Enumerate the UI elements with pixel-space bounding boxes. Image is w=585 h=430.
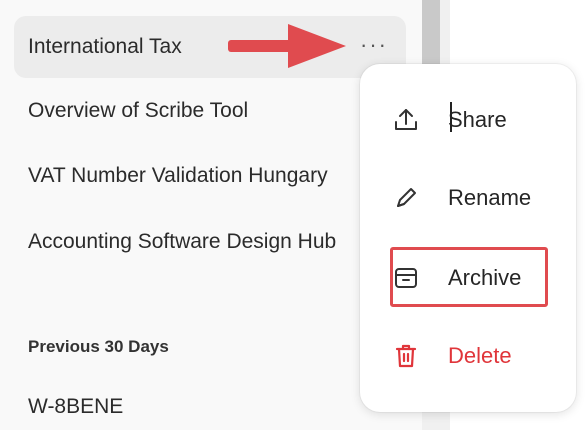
annotation-highlight-box bbox=[390, 247, 548, 307]
menu-item-rename[interactable]: Rename bbox=[390, 178, 531, 218]
text-cursor bbox=[450, 102, 452, 132]
menu-item-share[interactable]: Share bbox=[390, 100, 507, 140]
pencil-icon bbox=[390, 182, 422, 214]
trash-icon bbox=[390, 340, 422, 372]
menu-item-label: Delete bbox=[448, 343, 512, 368]
conversation-item-w8bene[interactable]: W-8BENE bbox=[14, 376, 406, 430]
conversation-label: International Tax bbox=[28, 35, 182, 58]
section-heading-previous-30-days: Previous 30 Days bbox=[28, 337, 169, 356]
conversation-label: Accounting Software Design Hub bbox=[28, 230, 337, 253]
annotation-arrow bbox=[228, 24, 346, 68]
more-options-icon[interactable]: ··· bbox=[360, 34, 388, 56]
conversation-label: W-8BENE bbox=[28, 395, 124, 418]
conversation-item-overview[interactable]: Overview of Scribe Tool bbox=[14, 80, 406, 142]
share-icon bbox=[390, 104, 422, 136]
menu-item-label: Rename bbox=[448, 185, 532, 210]
conversation-label: VAT Number Validation Hungary bbox=[28, 164, 328, 187]
sidebar: International Tax ··· Overview of Scribe… bbox=[0, 0, 422, 430]
context-menu: Share Rename Archive Delete bbox=[360, 64, 576, 412]
conversation-label: Overview of Scribe Tool bbox=[28, 99, 249, 122]
menu-item-label: Share bbox=[448, 107, 507, 132]
conversation-item-vat[interactable]: VAT Number Validation Hungary bbox=[14, 145, 406, 207]
menu-item-delete[interactable]: Delete bbox=[390, 336, 512, 376]
conversation-item-accounting[interactable]: Accounting Software Design Hub bbox=[14, 211, 406, 273]
